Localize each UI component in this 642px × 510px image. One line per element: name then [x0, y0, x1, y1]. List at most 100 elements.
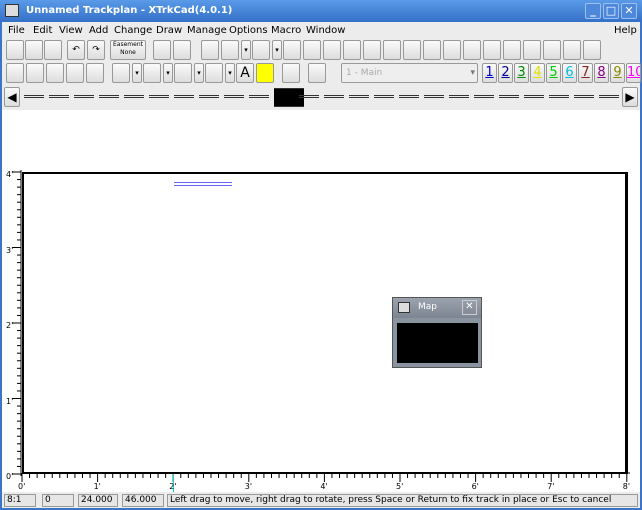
zoom-in-button[interactable]: [6, 40, 24, 60]
layer-button-10[interactable]: 10: [626, 63, 641, 83]
track-palette-item[interactable]: [49, 95, 69, 98]
connect-button[interactable]: [483, 40, 501, 60]
layer-button-7[interactable]: 7: [578, 63, 593, 83]
dropdown-button[interactable]: ▾: [194, 63, 204, 83]
join-button[interactable]: [463, 40, 481, 60]
snap-grid-button[interactable]: [153, 40, 171, 60]
dropdown-button[interactable]: ▾: [225, 63, 235, 83]
curved-track-button[interactable]: [221, 40, 239, 60]
tunnel-button[interactable]: [563, 40, 581, 60]
menu-manage[interactable]: Manage: [187, 25, 227, 36]
block-button[interactable]: [523, 40, 541, 60]
scroll-left-button[interactable]: ◀: [4, 87, 20, 107]
track-palette-item[interactable]: [399, 95, 419, 98]
layer-button-3[interactable]: 3: [514, 63, 529, 83]
map-view[interactable]: [397, 323, 478, 363]
profile-button[interactable]: [66, 63, 84, 83]
track-palette-item[interactable]: [424, 95, 444, 98]
track-palette-item[interactable]: [124, 95, 144, 98]
track-palette-item[interactable]: [24, 95, 44, 98]
track-palette-item[interactable]: [299, 95, 319, 98]
hand-laid-button[interactable]: [343, 40, 361, 60]
undo-button[interactable]: ↶: [67, 40, 85, 60]
track-palette-item[interactable]: [224, 95, 244, 98]
turnout-button[interactable]: [283, 40, 301, 60]
track-palette-item[interactable]: [74, 95, 94, 98]
circle-draw-button[interactable]: [174, 63, 192, 83]
menu-options[interactable]: Options: [229, 25, 268, 36]
map-window[interactable]: Map ✕: [392, 297, 482, 368]
train-button[interactable]: [308, 63, 326, 83]
track-palette-item[interactable]: [474, 95, 494, 98]
layer-button-9[interactable]: 9: [610, 63, 625, 83]
layer-button-4[interactable]: 4: [530, 63, 545, 83]
zoom-button[interactable]: [25, 40, 43, 60]
close-button[interactable]: ✕: [621, 3, 637, 19]
scroll-right-button[interactable]: ▶: [622, 87, 638, 107]
redo-button[interactable]: ↷: [87, 40, 105, 60]
grid-show-button[interactable]: [173, 40, 191, 60]
track-palette-item[interactable]: [199, 95, 219, 98]
track-palette-item[interactable]: [149, 95, 169, 98]
car-button[interactable]: [282, 63, 300, 83]
zoom-out-button[interactable]: [44, 40, 62, 60]
layer-button-5[interactable]: 5: [546, 63, 561, 83]
menu-edit[interactable]: Edit: [33, 25, 52, 36]
hide-button[interactable]: [46, 63, 64, 83]
curve-draw-button[interactable]: [143, 63, 161, 83]
layer-button-6[interactable]: 6: [562, 63, 577, 83]
dropdown-button[interactable]: ▾: [132, 63, 142, 83]
text-button[interactable]: A: [236, 63, 254, 83]
track-palette-item[interactable]: [99, 95, 119, 98]
menu-add[interactable]: Add: [89, 25, 108, 36]
helix-button[interactable]: [363, 40, 381, 60]
delete-button[interactable]: [26, 63, 44, 83]
map-close-button[interactable]: ✕: [462, 300, 477, 315]
dropdown-button[interactable]: ▾: [241, 40, 251, 60]
menu-draw[interactable]: Draw: [156, 25, 182, 36]
track-palette-item[interactable]: [374, 95, 394, 98]
turntable-button[interactable]: [303, 40, 321, 60]
menu-view[interactable]: View: [59, 25, 83, 36]
layer-button-2[interactable]: 2: [498, 63, 513, 83]
split-button[interactable]: [443, 40, 461, 60]
describe-button[interactable]: [6, 63, 24, 83]
ruler-tool-button[interactable]: [86, 63, 104, 83]
layer-button-8[interactable]: 8: [594, 63, 609, 83]
parallel-button[interactable]: [383, 40, 401, 60]
switch-motor-button[interactable]: [543, 40, 561, 60]
menu-file[interactable]: File: [8, 25, 25, 36]
track-palette-item[interactable]: [524, 95, 544, 98]
minimize-button[interactable]: _: [585, 3, 601, 19]
easement-button[interactable]: Easement None: [110, 40, 146, 60]
track-palette-item[interactable]: [349, 95, 369, 98]
box-draw-button[interactable]: [205, 63, 223, 83]
modify-track-button[interactable]: [403, 40, 421, 60]
layer-select[interactable]: 1 - Main ▾: [341, 63, 478, 83]
track-palette-item[interactable]: [499, 95, 519, 98]
elevation-button[interactable]: [503, 40, 521, 60]
menu-window[interactable]: Window: [306, 25, 345, 36]
track-palette-item[interactable]: [574, 95, 594, 98]
track-palette-item[interactable]: [449, 95, 469, 98]
select-button[interactable]: [423, 40, 441, 60]
ruler-button[interactable]: [583, 40, 601, 60]
drawing-area[interactable]: [22, 172, 628, 474]
track-palette-item[interactable]: [324, 95, 344, 98]
dropdown-button[interactable]: ▾: [272, 40, 282, 60]
line-draw-button[interactable]: [112, 63, 130, 83]
menu-help[interactable]: Help: [614, 25, 637, 36]
menu-change[interactable]: Change: [114, 25, 152, 36]
layout-canvas[interactable]: 4' 3' 2' 1' 0' 0' 1' 2' 3' 4' 5' 6' 7' 8': [2, 110, 640, 492]
track-palette-item[interactable]: [174, 95, 194, 98]
note-button[interactable]: [256, 63, 274, 83]
structure-button[interactable]: [323, 40, 341, 60]
menu-macro[interactable]: Macro: [271, 25, 301, 36]
track-palette-item[interactable]: [549, 95, 569, 98]
track-palette-item[interactable]: [249, 95, 269, 98]
layer-button-1[interactable]: 1: [482, 63, 497, 83]
straight-track-button[interactable]: [201, 40, 219, 60]
track-palette-item[interactable]: [599, 95, 619, 98]
circle-track-button[interactable]: [252, 40, 270, 60]
maximize-button[interactable]: □: [603, 3, 619, 19]
